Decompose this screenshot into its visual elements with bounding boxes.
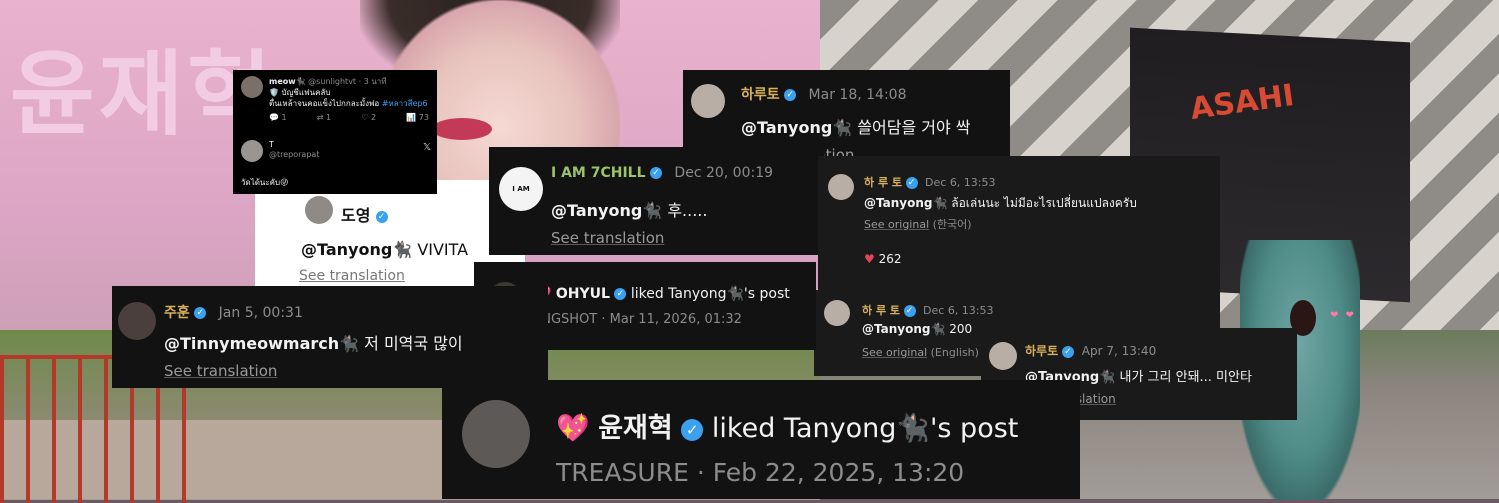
like-subtext: TREASURE · Feb 22, 2025, 13:20 [556, 458, 965, 487]
tweet-text: ตื่นเหล้าจนคอแข็งไปกกละมั้งพ่อ [269, 99, 382, 108]
avatar [828, 174, 854, 200]
avatar [691, 84, 725, 118]
reply-author: T [269, 140, 274, 149]
like-action-text: liked Tanyong🐈‍⬛'s post [626, 286, 790, 302]
comment-text: 200 [945, 322, 973, 336]
tweet-card: meow🐈‍⬛ @sunlightvt · 3 นาที 🛡️ บัญชีแฟน… [233, 70, 437, 194]
timestamp: Mar 18, 14:08 [808, 87, 907, 103]
avatar [241, 140, 263, 162]
comment-text: ล้อเล่นนะ ไม่มีอะไรเปลี่ยนแปลงครับ [947, 196, 1137, 210]
like-card-yoonjaehyuk: 💖 윤재혁 ✓ liked Tanyong🐈‍⬛'s post TREASURE… [442, 380, 1080, 499]
comment-card-7chill: I AM MUSIC I AM 7CHILL ✓ Dec 20, 00:19 @… [489, 147, 824, 255]
mention[interactable]: @Tanyong🐈‍⬛ [301, 240, 412, 259]
mention[interactable]: @Tanyong🐈‍⬛ [862, 322, 945, 336]
author-name: OHYUL [555, 286, 610, 302]
reply-handle: @treporapat [269, 150, 320, 159]
author-name: 윤재혁 [598, 413, 673, 444]
mention[interactable]: @Tanyong🐈‍⬛ [864, 196, 947, 210]
avatar [824, 300, 850, 326]
verified-badge-icon: ✓ [1061, 345, 1074, 358]
avatar [989, 342, 1017, 370]
timestamp: Dec 6, 13:53 [923, 304, 994, 317]
timestamp: Dec 6, 13:53 [925, 176, 996, 189]
author-name: 하루토 [1025, 344, 1059, 358]
see-translation-link[interactable]: See translation [551, 229, 664, 247]
like-button[interactable]: ♡ 2 [361, 113, 376, 122]
see-translation-link[interactable]: See translation [164, 362, 277, 380]
verified-badge-icon: ✓ [194, 307, 207, 319]
author-name: 하 루 토 [862, 304, 901, 317]
avatar: I AM MUSIC [499, 167, 543, 211]
heart-emoji-icon: 💖 [556, 413, 590, 444]
comment-card-haruto-thai: 하 루 토 ✓ Dec 6, 13:53 @Tanyong🐈‍⬛ ล้อเล่น… [818, 156, 1220, 290]
mention[interactable]: @Tanyong🐈‍⬛ [551, 201, 662, 220]
views-count: 73 [418, 113, 429, 122]
heart-icon[interactable]: ♥ [864, 252, 875, 266]
mention[interactable]: @Tanyong🐈‍⬛ [741, 118, 852, 137]
author-name: meow🐈‍⬛ [269, 77, 306, 86]
reply-count: 1 [281, 113, 287, 122]
comment-text: VIVITA [412, 240, 469, 259]
avatar [305, 196, 333, 224]
verified-badge-icon: ✓ [681, 418, 704, 441]
verified-badge-icon: ✓ [375, 210, 388, 223]
verified-badge-icon: ✓ [614, 288, 627, 300]
verified-badge-icon: ✓ [784, 89, 797, 101]
hashtag-link[interactable]: #หลาวสีep6 [382, 99, 428, 108]
timestamp: Jan 5, 00:31 [218, 305, 303, 321]
reply-text: วัดได้นะคับ😜 [241, 178, 289, 187]
avatar [241, 76, 263, 98]
comment-text: 후..... [662, 201, 708, 220]
author-name: 주훈 [164, 305, 190, 321]
views-button[interactable]: 📊 73 [406, 113, 429, 122]
author-handle: @sunlightvt · 3 นาที [308, 77, 387, 86]
see-original-link[interactable]: See original [864, 218, 929, 231]
like-count: 2 [371, 113, 377, 122]
author-name: I AM 7CHILL [551, 165, 646, 181]
verified-badge-icon: ✓ [903, 305, 916, 317]
see-translation-link[interactable]: See translation [299, 268, 405, 284]
retweet-button[interactable]: ⇄ 1 [317, 113, 331, 122]
author-name: 하 루 토 [864, 176, 903, 189]
avatar [118, 302, 156, 340]
original-language: (English) [927, 346, 979, 359]
reply-button[interactable]: 💬 1 [269, 113, 287, 122]
timestamp: Apr 7, 13:40 [1081, 344, 1157, 358]
comment-text: 쓸어담을 거야 싹 [852, 118, 971, 137]
like-count: 262 [878, 252, 902, 266]
verified-badge-icon: ✓ [905, 177, 918, 189]
verified-badge-icon: ✓ [649, 167, 662, 179]
see-original-link[interactable]: See original [862, 346, 927, 359]
comment-text: 내가 그리 안돼... 미안타 [1115, 370, 1252, 385]
character-blush: ❤ ❤ [1330, 310, 1356, 321]
portrait-lips [432, 118, 492, 140]
like-action-text: liked Tanyong🐈‍⬛'s post [703, 413, 1019, 444]
x-logo-icon: 𝕏 [423, 142, 432, 153]
author-name: 도영 [341, 206, 371, 225]
mention[interactable]: @Tinnymeowmarch🐈‍⬛ [164, 334, 359, 353]
original-language: (한국어) [929, 218, 972, 231]
avatar [462, 400, 530, 468]
retweet-count: 1 [326, 113, 332, 122]
comment-card-juhun: 주훈 ✓ Jan 5, 00:31 @Tinnymeowmarch🐈‍⬛ 저 미… [112, 286, 548, 388]
author-name: 하루토 [741, 87, 780, 103]
timestamp: Dec 20, 00:19 [674, 165, 774, 181]
like-subtext: LNGSHOT · Mar 11, 2026, 01:32 [534, 312, 742, 327]
comment-text: 저 미역국 많이 [359, 334, 463, 353]
